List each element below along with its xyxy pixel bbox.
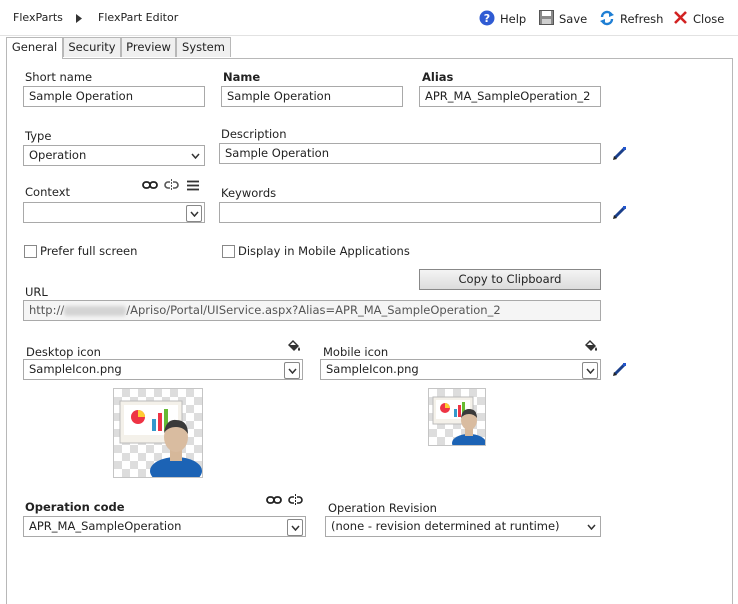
chevron-down-icon	[186, 205, 202, 222]
desktop-icon-label: Desktop icon	[26, 345, 101, 359]
tab-security[interactable]: Security	[63, 37, 121, 57]
link-icon[interactable]	[142, 180, 158, 193]
context-label: Context	[25, 185, 71, 199]
type-select-value: Operation	[29, 148, 87, 162]
copy-to-clipboard-button[interactable]: Copy to Clipboard	[419, 269, 601, 290]
tab-preview[interactable]: Preview	[121, 37, 176, 57]
short-name-input[interactable]: Sample Operation	[23, 86, 205, 107]
desktop-icon-select[interactable]: SampleIcon.png	[23, 359, 303, 380]
mobile-icon-preview	[428, 388, 486, 446]
close-icon	[673, 10, 688, 28]
unlink-icon[interactable]	[288, 494, 303, 509]
help-icon: ?	[479, 10, 495, 29]
url-path: /Apriso/Portal/UIService.aspx?Alias=APR_…	[126, 303, 501, 317]
chevron-down-icon	[582, 362, 598, 379]
keywords-edit-icon[interactable]	[612, 204, 628, 223]
url-host-redacted	[64, 305, 127, 316]
tab-general[interactable]: General	[6, 37, 63, 59]
unlink-icon[interactable]	[164, 179, 179, 194]
operation-code-select[interactable]: APR_MA_SampleOperation	[23, 516, 306, 537]
desktop-icon-select-value: SampleIcon.png	[29, 362, 122, 376]
save-button[interactable]: Save	[539, 10, 587, 28]
operation-code-select-value: APR_MA_SampleOperation	[29, 519, 182, 533]
refresh-button[interactable]: Refresh	[599, 10, 663, 28]
paint-bucket-icon[interactable]	[286, 338, 301, 356]
name-input[interactable]: Sample Operation	[221, 86, 403, 107]
chevron-down-icon	[284, 362, 300, 379]
paint-bucket-icon[interactable]	[583, 338, 598, 356]
save-icon	[539, 10, 554, 28]
operation-user-icon	[432, 396, 485, 445]
description-edit-icon[interactable]	[612, 145, 628, 164]
mobile-icon-edit-icon[interactable]	[612, 361, 628, 380]
refresh-icon	[599, 10, 615, 29]
prefer-full-screen-checkbox[interactable]	[24, 245, 37, 258]
operation-revision-select-value: (none - revision determined at runtime)	[331, 519, 560, 533]
breadcrumb-root[interactable]: FlexParts	[13, 11, 63, 24]
description-label: Description	[221, 127, 287, 141]
operation-code-label: Operation code	[25, 500, 125, 514]
alias-input[interactable]: APR_MA_SampleOperation_2	[419, 86, 601, 107]
context-select[interactable]	[23, 202, 205, 223]
breadcrumb-separator-icon	[76, 13, 82, 26]
operation-revision-label: Operation Revision	[328, 501, 437, 515]
operation-user-icon	[119, 400, 202, 477]
close-button[interactable]: Close	[673, 10, 724, 28]
help-button[interactable]: ? Help	[479, 10, 526, 28]
mobile-icon-select[interactable]: SampleIcon.png	[320, 359, 601, 380]
prefer-full-screen-label: Prefer full screen	[40, 244, 138, 258]
display-mobile-label: Display in Mobile Applications	[238, 244, 410, 258]
keywords-label: Keywords	[221, 186, 277, 200]
name-label: Name	[223, 70, 261, 84]
chevron-down-icon	[584, 519, 598, 534]
tab-system[interactable]: System	[176, 37, 231, 57]
desktop-icon-preview	[113, 388, 203, 478]
url-label: URL	[25, 285, 48, 299]
chevron-down-icon	[188, 148, 202, 163]
list-icon[interactable]	[187, 180, 199, 194]
type-select[interactable]: Operation	[23, 145, 205, 166]
chevron-down-icon	[287, 519, 303, 536]
link-icon[interactable]	[266, 495, 282, 508]
keywords-input[interactable]	[219, 202, 601, 223]
top-bar: FlexParts FlexPart Editor ? Help Save Re…	[0, 0, 738, 36]
breadcrumb-current: FlexPart Editor	[98, 11, 179, 24]
type-label: Type	[25, 129, 52, 143]
description-input[interactable]: Sample Operation	[219, 143, 601, 164]
svg-text:?: ?	[484, 12, 490, 25]
mobile-icon-label: Mobile icon	[323, 345, 389, 359]
alias-label: Alias	[422, 70, 454, 84]
url-field[interactable]: http:// /Apriso/Portal/UIService.aspx?Ali…	[23, 300, 601, 321]
mobile-icon-select-value: SampleIcon.png	[326, 362, 419, 376]
display-mobile-checkbox[interactable]	[222, 245, 235, 258]
url-prefix: http://	[29, 303, 65, 317]
short-name-label: Short name	[25, 70, 93, 84]
operation-revision-select[interactable]: (none - revision determined at runtime)	[325, 516, 601, 537]
